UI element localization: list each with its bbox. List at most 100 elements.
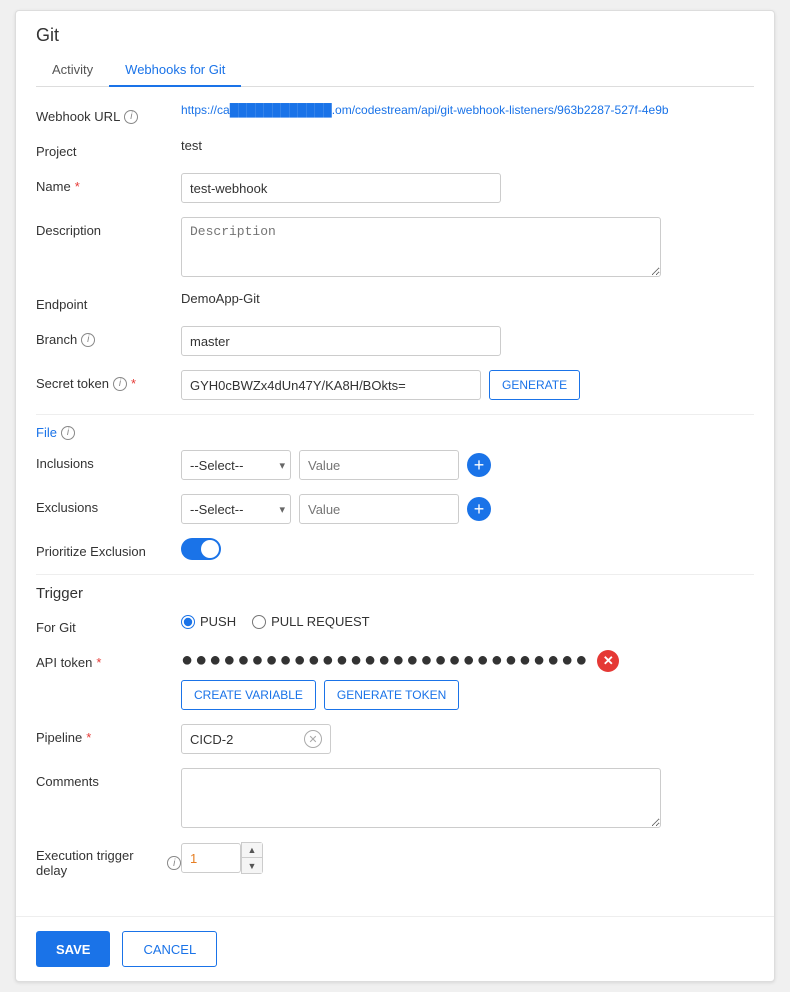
pipeline-label: Pipeline * — [36, 724, 181, 745]
execution-delay-input[interactable] — [181, 843, 241, 873]
webhook-url-value: https://ca████████████.om/codestream/api… — [181, 103, 669, 117]
api-token-error-icon[interactable]: ✕ — [597, 650, 619, 672]
project-row: Project test — [36, 138, 754, 159]
pipeline-tag: CICD-2 ✕ — [181, 724, 331, 754]
push-option[interactable]: PUSH — [181, 614, 236, 629]
pull-request-option[interactable]: PULL REQUEST — [252, 614, 370, 629]
main-card: Git Activity Webhooks for Git Webhook UR… — [15, 10, 775, 982]
branch-info-icon[interactable]: i — [81, 333, 95, 347]
inclusions-controls: --Select-- ▾ + — [181, 450, 754, 480]
branch-input[interactable] — [181, 326, 501, 356]
prioritize-label: Prioritize Exclusion — [36, 538, 181, 559]
secret-token-label: Secret token i * — [36, 370, 181, 391]
execution-delay-label: Execution trigger delay i — [36, 842, 181, 878]
pull-request-radio[interactable] — [252, 615, 266, 629]
pipeline-row: Pipeline * CICD-2 ✕ — [36, 724, 754, 754]
branch-row: Branch i — [36, 326, 754, 356]
pull-request-label: PULL REQUEST — [271, 614, 370, 629]
spinner-up-button[interactable]: ▲ — [242, 843, 262, 858]
execution-delay-controls: ▲ ▼ — [181, 842, 754, 874]
spinner-down-button[interactable]: ▼ — [242, 858, 262, 873]
exclusions-controls: --Select-- ▾ + — [181, 494, 754, 524]
comments-input-wrap — [181, 768, 754, 828]
project-value-wrap: test — [181, 138, 754, 153]
exclusions-select-wrap: --Select-- ▾ — [181, 494, 291, 524]
for-git-label: For Git — [36, 614, 181, 635]
exclusions-row: Exclusions --Select-- ▾ + — [36, 494, 754, 524]
api-token-controls: ●●●●●●●●●●●●●●●●●●●●●●●●●●●●● ✕ CREATE V… — [181, 649, 754, 710]
page-title: Git — [36, 25, 754, 46]
comments-label: Comments — [36, 768, 181, 789]
secret-token-info-icon[interactable]: i — [113, 377, 127, 391]
inclusions-label: Inclusions — [36, 450, 181, 471]
execution-delay-row: Execution trigger delay i ▲ ▼ — [36, 842, 754, 878]
api-token-dots: ●●●●●●●●●●●●●●●●●●●●●●●●●●●●● — [181, 649, 589, 672]
prioritize-toggle-wrap — [181, 538, 754, 560]
push-radio[interactable] — [181, 615, 195, 629]
secret-token-input[interactable] — [181, 370, 481, 400]
trigger-title: Trigger — [36, 585, 754, 602]
generate-button[interactable]: GENERATE — [489, 370, 580, 400]
card-header: Git Activity Webhooks for Git — [16, 11, 774, 87]
pipeline-remove-button[interactable]: ✕ — [304, 730, 322, 748]
inclusions-select-wrap: --Select-- ▾ — [181, 450, 291, 480]
cancel-button[interactable]: CANCEL — [122, 931, 217, 967]
form-body: Webhook URL i https://ca████████████.om/… — [16, 87, 774, 908]
webhook-url-label: Webhook URL i — [36, 103, 181, 124]
file-section-label: File i — [36, 425, 754, 440]
secret-token-input-wrap: GENERATE — [181, 370, 754, 400]
pipeline-input-wrap: CICD-2 ✕ — [181, 724, 754, 754]
pipeline-required: * — [86, 730, 91, 745]
generate-token-button[interactable]: GENERATE TOKEN — [324, 680, 459, 710]
branch-label: Branch i — [36, 326, 181, 347]
name-row: Name * — [36, 173, 754, 203]
inclusions-select[interactable]: --Select-- — [181, 450, 291, 480]
description-textarea[interactable] — [181, 217, 661, 277]
prioritize-toggle[interactable] — [181, 538, 221, 560]
prioritize-row: Prioritize Exclusion — [36, 538, 754, 560]
name-input[interactable] — [181, 173, 501, 203]
project-label: Project — [36, 138, 181, 159]
inclusions-add-button[interactable]: + — [467, 453, 491, 477]
api-token-row: API token * ●●●●●●●●●●●●●●●●●●●●●●●●●●●●… — [36, 649, 754, 710]
exclusions-label: Exclusions — [36, 494, 181, 515]
tab-webhooks[interactable]: Webhooks for Git — [109, 54, 241, 87]
webhook-url-row: Webhook URL i https://ca████████████.om/… — [36, 103, 754, 124]
push-label: PUSH — [200, 614, 236, 629]
execution-delay-info-icon[interactable]: i — [167, 856, 181, 870]
secret-token-required: * — [131, 376, 136, 391]
file-info-icon[interactable]: i — [61, 426, 75, 440]
branch-input-wrap — [181, 326, 754, 356]
inclusions-row: Inclusions --Select-- ▾ + — [36, 450, 754, 480]
inclusions-value-input[interactable] — [299, 450, 459, 480]
tab-bar: Activity Webhooks for Git — [36, 54, 754, 87]
comments-textarea[interactable] — [181, 768, 661, 828]
description-input-wrap — [181, 217, 754, 277]
endpoint-value-wrap: DemoApp-Git — [181, 291, 754, 306]
name-required: * — [75, 179, 80, 194]
webhook-url-value-wrap: https://ca████████████.om/codestream/api… — [181, 103, 754, 117]
exclusions-select[interactable]: --Select-- — [181, 494, 291, 524]
name-input-wrap — [181, 173, 754, 203]
footer-actions: SAVE CANCEL — [16, 916, 774, 981]
api-token-label: API token * — [36, 649, 181, 670]
exclusions-value-input[interactable] — [299, 494, 459, 524]
for-git-row: For Git PUSH PULL REQUEST — [36, 614, 754, 635]
webhook-url-info-icon[interactable]: i — [124, 110, 138, 124]
comments-row: Comments — [36, 768, 754, 828]
project-value: test — [181, 138, 202, 153]
description-row: Description — [36, 217, 754, 277]
tab-activity[interactable]: Activity — [36, 54, 109, 87]
api-token-required: * — [96, 655, 101, 670]
exclusions-add-button[interactable]: + — [467, 497, 491, 521]
pipeline-value: CICD-2 — [190, 732, 300, 747]
for-git-radio-group: PUSH PULL REQUEST — [181, 614, 754, 629]
endpoint-label: Endpoint — [36, 291, 181, 312]
save-button[interactable]: SAVE — [36, 931, 110, 967]
create-variable-button[interactable]: CREATE VARIABLE — [181, 680, 316, 710]
secret-token-row: Secret token i * GENERATE — [36, 370, 754, 400]
description-label: Description — [36, 217, 181, 238]
spinner-buttons: ▲ ▼ — [241, 842, 263, 874]
name-label: Name * — [36, 173, 181, 194]
endpoint-value: DemoApp-Git — [181, 291, 260, 306]
